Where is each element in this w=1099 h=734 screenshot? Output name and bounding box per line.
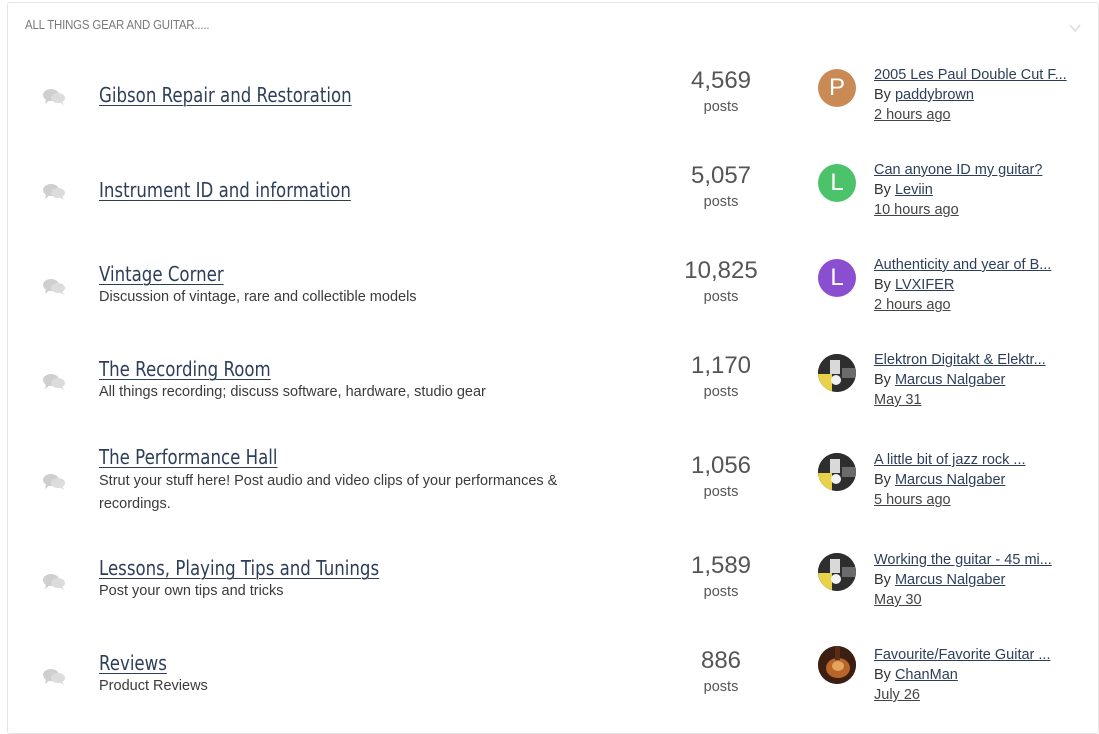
author-link[interactable]: Marcus Nalgaber (895, 372, 1005, 388)
post-count-label: posts (703, 584, 739, 600)
last-post-time[interactable]: 2 hours ago (874, 295, 1051, 315)
author-link[interactable]: Leviin (895, 182, 933, 198)
post-count: 4,569 (690, 67, 752, 94)
author-link[interactable]: Marcus Nalgaber (895, 472, 1005, 488)
avatar-photo-icon (818, 453, 856, 491)
post-count-label: posts (703, 679, 739, 695)
by-label: By (874, 572, 891, 588)
chat-bubbles-icon (43, 574, 65, 590)
post-count: 1,589 (690, 552, 752, 579)
last-post-time[interactable]: 5 hours ago (874, 490, 1026, 510)
last-post-topic-link[interactable]: Can anyone ID my guitar? (874, 160, 1042, 180)
post-count: 5,057 (690, 162, 752, 189)
category-title: ALL THINGS GEAR AND GUITAR..... (25, 17, 210, 32)
post-count-label: posts (703, 194, 739, 210)
post-count-label: posts (703, 384, 739, 400)
by-label: By (874, 472, 891, 488)
last-post: Favourite/Favorite Guitar ... By ChanMan… (874, 645, 1050, 705)
avatar[interactable] (818, 553, 856, 591)
forum-title-gibson-repair[interactable]: Gibson Repair and Restoration (99, 83, 352, 107)
avatar[interactable]: P (818, 69, 856, 107)
author-link[interactable]: Marcus Nalgaber (895, 572, 1005, 588)
avatar[interactable] (818, 354, 856, 392)
forum-category-panel: ALL THINGS GEAR AND GUITAR..... Gibson R… (7, 2, 1099, 734)
author-link[interactable]: paddybrown (895, 87, 974, 103)
last-post: 2005 Les Paul Double Cut F... By paddybr… (874, 65, 1067, 125)
post-count-label: posts (703, 289, 739, 305)
forum-row: The Performance Hall Strut your stuff he… (8, 428, 1098, 523)
last-post: Elektron Digitakt & Elektr... By Marcus … (874, 350, 1046, 410)
post-count-label: posts (703, 484, 739, 500)
by-label: By (874, 182, 891, 198)
last-post-time[interactable]: July 26 (874, 685, 1050, 705)
last-post-topic-link[interactable]: 2005 Les Paul Double Cut F... (874, 65, 1067, 85)
last-post: Authenticity and year of B... By LVXIFER… (874, 255, 1051, 315)
forum-title-instrument-id[interactable]: Instrument ID and information (99, 178, 351, 202)
post-count: 1,170 (690, 352, 752, 379)
last-post-topic-link[interactable]: Working the guitar - 45 mi... (874, 550, 1052, 570)
forum-row: Lessons, Playing Tips and Tunings Post y… (8, 533, 1098, 628)
forum-row: Reviews Product Reviews 886 posts Favour… (8, 628, 1098, 723)
last-post-topic-link[interactable]: Authenticity and year of B... (874, 255, 1051, 275)
forum-description: Product Reviews (99, 678, 208, 694)
avatar[interactable]: L (818, 164, 856, 202)
forum-title-recording-room[interactable]: The Recording Room (99, 357, 271, 381)
by-label: By (874, 277, 891, 293)
last-post-time[interactable]: 2 hours ago (874, 105, 1067, 125)
chat-bubbles-icon (43, 89, 65, 105)
post-count-label: posts (703, 99, 739, 115)
last-post-time[interactable]: May 31 (874, 390, 1046, 410)
author-link[interactable]: LVXIFER (895, 277, 954, 293)
chat-bubbles-icon (43, 374, 65, 390)
forum-description: Discussion of vintage, rare and collecti… (99, 289, 417, 305)
forum-title-lessons[interactable]: Lessons, Playing Tips and Tunings (99, 556, 379, 580)
avatar-photo-icon (818, 553, 856, 591)
chat-bubbles-icon (43, 279, 65, 295)
by-label: By (874, 667, 891, 683)
last-post-topic-link[interactable]: A little bit of jazz rock ... (874, 450, 1026, 470)
chat-bubbles-icon (43, 184, 65, 200)
chat-bubbles-icon (43, 669, 65, 685)
forum-description: Strut your stuff here! Post audio and vi… (99, 473, 558, 512)
forum-description: All things recording; discuss software, … (99, 384, 486, 400)
avatar[interactable]: L (818, 259, 856, 297)
forum-row: The Recording Room All things recording;… (8, 333, 1098, 428)
post-count: 10,825 (684, 257, 758, 284)
avatar-photo-icon (818, 646, 856, 684)
author-link[interactable]: ChanMan (895, 667, 958, 683)
avatar[interactable] (818, 646, 856, 684)
forum-title-vintage-corner[interactable]: Vintage Corner (99, 262, 224, 286)
last-post: A little bit of jazz rock ... By Marcus … (874, 450, 1026, 510)
chevron-down-icon[interactable] (1068, 21, 1082, 35)
forum-row: Vintage Corner Discussion of vintage, ra… (8, 238, 1098, 333)
last-post-topic-link[interactable]: Favourite/Favorite Guitar ... (874, 645, 1050, 665)
by-label: By (874, 372, 891, 388)
post-count: 1,056 (690, 452, 752, 479)
last-post-time[interactable]: May 30 (874, 590, 1052, 610)
last-post-time[interactable]: 10 hours ago (874, 200, 1042, 220)
forum-row: Instrument ID and information 5,057 post… (8, 143, 1098, 238)
forum-row: Gibson Repair and Restoration 4,569 post… (8, 48, 1098, 143)
avatar-photo-icon (818, 354, 856, 392)
by-label: By (874, 87, 891, 103)
last-post: Can anyone ID my guitar? By Leviin 10 ho… (874, 160, 1042, 220)
last-post-topic-link[interactable]: Elektron Digitakt & Elektr... (874, 350, 1046, 370)
forum-description: Post your own tips and tricks (99, 583, 284, 599)
chat-bubbles-icon (43, 474, 65, 490)
forum-title-performance-hall[interactable]: The Performance Hall (99, 445, 278, 469)
post-count: 886 (700, 647, 742, 674)
last-post: Working the guitar - 45 mi... By Marcus … (874, 550, 1052, 610)
avatar[interactable] (818, 453, 856, 491)
forum-title-reviews[interactable]: Reviews (99, 651, 167, 675)
